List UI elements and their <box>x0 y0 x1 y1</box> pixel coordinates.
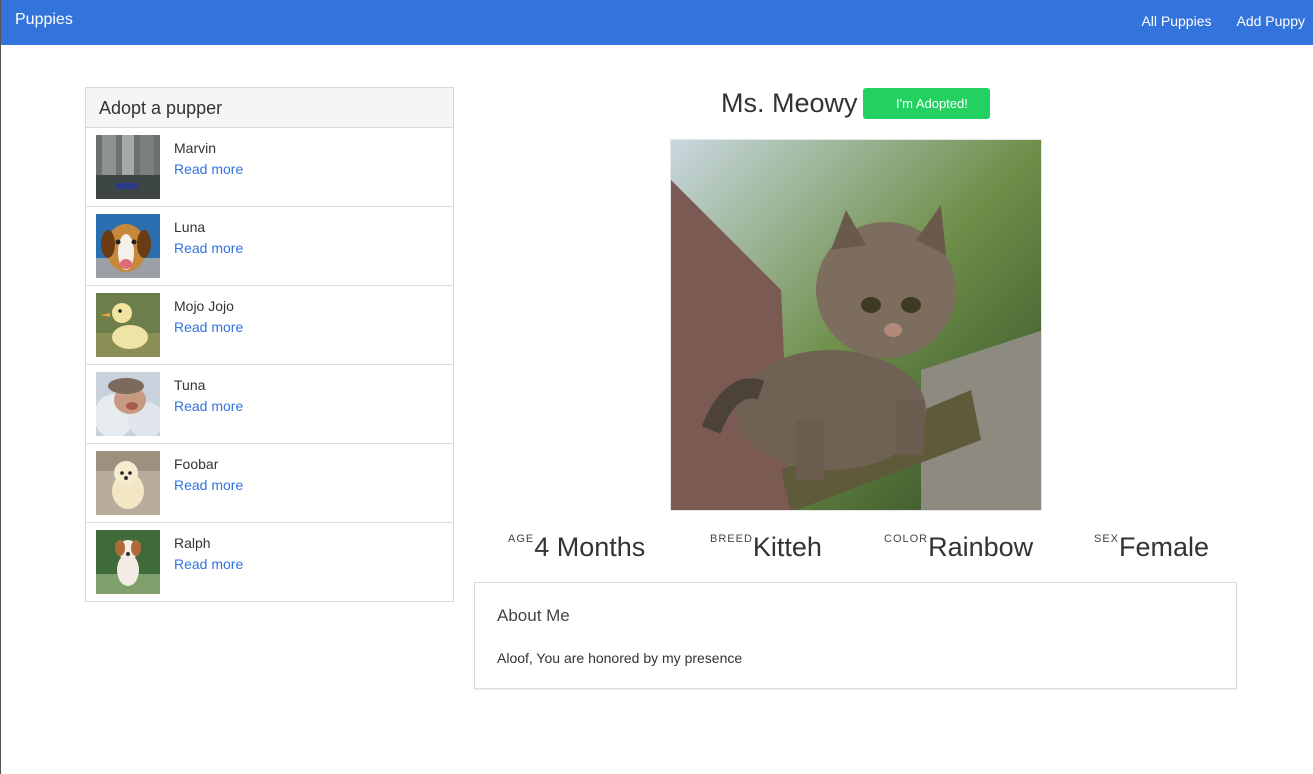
pup-name: Foobar <box>174 456 219 472</box>
pup-thumbnail-image[interactable] <box>96 135 160 199</box>
stat-sex: SEXFemale <box>1094 532 1209 563</box>
read-more-link[interactable]: Read more <box>174 161 243 177</box>
adopt-sidebar-panel: Adopt a pupper Marvin Read more Luna Rea… <box>85 87 454 602</box>
read-more-link[interactable]: Read more <box>174 240 243 256</box>
nav-add-puppy-link[interactable]: Add Puppy <box>1237 13 1306 29</box>
pet-main-photo <box>670 139 1042 511</box>
pup-thumbnail-image[interactable] <box>96 451 160 515</box>
pet-name-title: Ms. Meowy <box>721 88 858 118</box>
stat-color: COLORRainbow <box>884 532 1033 563</box>
list-item: Foobar Read more <box>86 444 453 523</box>
stat-value: Rainbow <box>928 532 1034 562</box>
read-more-link[interactable]: Read more <box>174 477 243 493</box>
adopted-button[interactable]: I'm Adopted! <box>863 88 990 119</box>
list-item: Ralph Read more <box>86 523 453 601</box>
read-more-link[interactable]: Read more <box>174 398 243 414</box>
top-navbar: Puppies All Puppies Add Puppy <box>1 0 1313 45</box>
pup-thumbnail-image[interactable] <box>96 372 160 436</box>
stat-label: COLOR <box>884 533 929 545</box>
stat-breed: BREEDKitteh <box>710 532 822 563</box>
about-title: About Me <box>497 606 570 625</box>
pup-name: Luna <box>174 219 206 235</box>
stat-value: 4 Months <box>534 532 646 562</box>
nav-all-puppies-link[interactable]: All Puppies <box>1141 13 1211 29</box>
list-item: Tuna Read more <box>86 365 453 444</box>
about-me-card: About Me Aloof, You are honored by my pr… <box>474 582 1237 689</box>
about-text: Aloof, You are honored by my presence <box>497 650 743 666</box>
brand-link[interactable]: Puppies <box>15 11 73 29</box>
pup-name: Tuna <box>174 377 206 393</box>
stat-value: Kitteh <box>752 532 822 562</box>
stat-label: AGE <box>508 533 535 545</box>
read-more-link[interactable]: Read more <box>174 319 243 335</box>
stat-value: Female <box>1119 532 1210 562</box>
list-item: Marvin Read more <box>86 128 453 207</box>
stat-label: BREED <box>710 533 753 545</box>
pup-name: Marvin <box>174 140 217 156</box>
sidebar-title: Adopt a pupper <box>86 88 453 128</box>
nav-links: All Puppies Add Puppy <box>1141 13 1305 29</box>
pup-thumbnail-image[interactable] <box>96 530 160 594</box>
stat-age: AGE4 Months <box>508 532 645 563</box>
pup-thumbnail-image[interactable] <box>96 293 160 357</box>
list-item: Luna Read more <box>86 207 453 286</box>
pup-name: Ralph <box>174 535 211 551</box>
stat-label: SEX <box>1094 533 1120 545</box>
read-more-link[interactable]: Read more <box>174 556 243 572</box>
list-item: Mojo Jojo Read more <box>86 286 453 365</box>
pup-thumbnail-image[interactable] <box>96 214 160 278</box>
pup-name: Mojo Jojo <box>174 298 234 314</box>
